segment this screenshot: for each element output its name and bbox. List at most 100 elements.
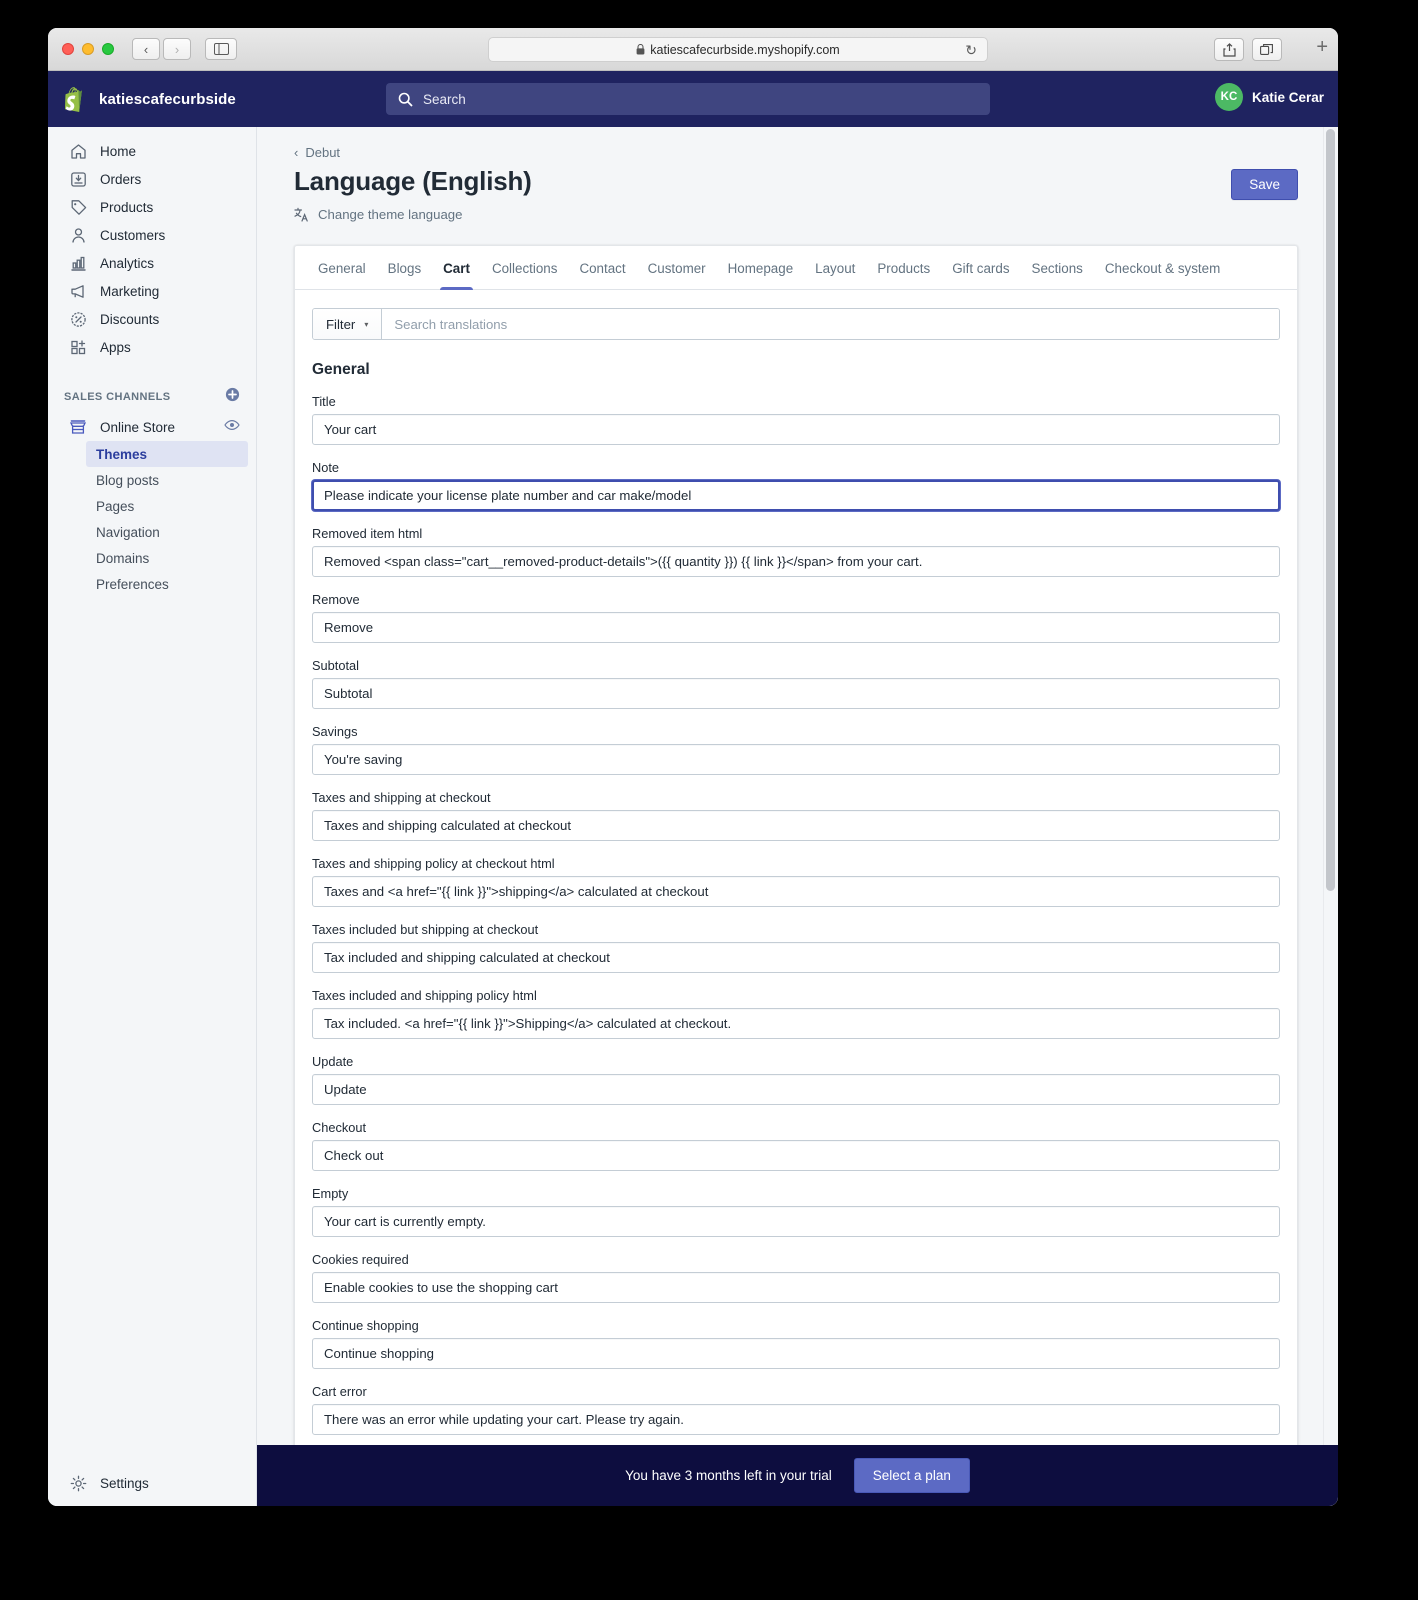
tab-checkout-and-system[interactable]: Checkout & system (1094, 246, 1231, 289)
tab-customer[interactable]: Customer (637, 246, 717, 289)
field-input-taxes-included-but-shipping-at-checkout[interactable] (312, 942, 1280, 973)
app-topbar: katiescafecurbside Search KC Katie Cerar (48, 71, 1338, 127)
field-taxes-and-shipping-at-checkout: Taxes and shipping at checkout (312, 790, 1280, 841)
sidebar-item-blog-posts[interactable]: Blog posts (86, 467, 248, 493)
forward-button[interactable]: › (163, 38, 191, 60)
sidebar-item-marketing[interactable]: Marketing (56, 277, 248, 305)
share-icon[interactable] (1214, 38, 1244, 61)
sidebar-item-discounts[interactable]: Discounts (56, 305, 248, 333)
page-scrollbar-thumb[interactable] (1326, 129, 1335, 891)
sidebar-item-orders[interactable]: Orders (56, 165, 248, 193)
lock-icon (636, 44, 645, 55)
field-note: Note (312, 460, 1280, 511)
tab-gift-cards[interactable]: Gift cards (941, 246, 1020, 289)
maximize-window-button[interactable] (102, 43, 114, 55)
store-name: katiescafecurbside (99, 90, 236, 108)
customers-icon (68, 225, 88, 245)
shopify-logo-icon (63, 85, 89, 113)
field-input-checkout[interactable] (312, 1140, 1280, 1171)
field-cart-error: Cart error (312, 1384, 1280, 1435)
save-button[interactable]: Save (1231, 169, 1298, 200)
close-window-button[interactable] (62, 43, 74, 55)
field-input-empty[interactable] (312, 1206, 1280, 1237)
page-scrollbar-track[interactable] (1323, 127, 1338, 1506)
field-label: Title (312, 394, 336, 409)
new-tab-overview-icon[interactable] (1252, 38, 1282, 61)
sidebar-item-themes[interactable]: Themes (86, 441, 248, 467)
tab-homepage[interactable]: Homepage (717, 246, 805, 289)
tab-sections[interactable]: Sections (1021, 246, 1094, 289)
field-remove: Remove (312, 592, 1280, 643)
user-menu[interactable]: KC Katie Cerar (1214, 83, 1324, 111)
tab-products[interactable]: Products (866, 246, 941, 289)
field-input-cookies-required[interactable] (312, 1272, 1280, 1303)
sidebar-item-navigation[interactable]: Navigation (86, 519, 248, 545)
primary-nav: Home Orders Products Customers Analytics… (48, 127, 256, 361)
field-input-continue-shopping[interactable] (312, 1338, 1280, 1369)
app-body: Home Orders Products Customers Analytics… (48, 127, 1338, 1506)
field-label: Cookies required (312, 1252, 409, 1267)
filter-dropdown-button[interactable]: Filter ▾ (313, 309, 383, 339)
sidebar-item-settings[interactable]: Settings (48, 1473, 256, 1493)
sidebar-item-label: Online Store (100, 419, 176, 435)
tab-collections[interactable]: Collections (481, 246, 569, 289)
field-input-subtotal[interactable] (312, 678, 1280, 709)
reload-icon[interactable]: ↻ (965, 42, 977, 59)
analytics-icon (68, 253, 88, 273)
show-sidebar-icon[interactable] (205, 38, 237, 60)
sidebar-item-products[interactable]: Products (56, 193, 248, 221)
field-input-cart-error[interactable] (312, 1404, 1280, 1435)
field-input-title[interactable] (312, 414, 1280, 445)
select-a-plan-button[interactable]: Select a plan (853, 1458, 970, 1493)
search-translations-input[interactable] (382, 309, 1279, 339)
change-theme-language-link[interactable]: Change theme language (294, 207, 1298, 222)
new-tab-button[interactable]: + (1316, 36, 1328, 59)
field-label: Taxes and shipping policy at checkout ht… (312, 856, 555, 871)
field-input-note[interactable] (312, 480, 1280, 511)
field-input-remove[interactable] (312, 612, 1280, 643)
sidebar-item-preferences[interactable]: Preferences (86, 571, 248, 597)
filter-bar: Filter ▾ (312, 308, 1280, 340)
trial-message: You have 3 months left in your trial (625, 1468, 832, 1483)
tab-cart[interactable]: Cart (432, 246, 481, 290)
chevron-down-icon: ▾ (364, 319, 369, 329)
field-input-taxes-and-shipping-at-checkout[interactable] (312, 810, 1280, 841)
translations-card: General Blogs Cart Collections Contact C… (294, 245, 1298, 1471)
field-cookies-required: Cookies required (312, 1252, 1280, 1303)
field-continue-shopping: Continue shopping (312, 1318, 1280, 1369)
tab-layout[interactable]: Layout (804, 246, 866, 289)
sidebar-item-online-store[interactable]: Online Store (56, 413, 248, 441)
field-label: Taxes included but shipping at checkout (312, 922, 539, 937)
sidebar-item-domains[interactable]: Domains (86, 545, 248, 571)
sidebar-item-apps[interactable]: Apps (56, 333, 248, 361)
back-button[interactable]: ‹ (132, 38, 160, 60)
global-search-input[interactable]: Search (386, 83, 990, 115)
tab-blogs[interactable]: Blogs (377, 246, 433, 289)
tab-general[interactable]: General (307, 246, 377, 289)
field-input-update[interactable] (312, 1074, 1280, 1105)
products-icon (68, 197, 88, 217)
preview-store-eye-icon[interactable] (224, 418, 240, 436)
sidebar-item-label: Marketing (100, 283, 160, 299)
field-input-taxes-included-and-shipping-policy-html[interactable] (312, 1008, 1280, 1039)
tab-contact[interactable]: Contact (568, 246, 636, 289)
field-checkout: Checkout (312, 1120, 1280, 1171)
field-label: Remove (312, 592, 360, 607)
sidebar-item-home[interactable]: Home (56, 137, 248, 165)
translate-icon (294, 207, 309, 222)
address-bar[interactable]: katiescafecurbside.myshopify.com ↻ (488, 37, 988, 62)
orders-icon (68, 169, 88, 189)
sidebar-item-pages[interactable]: Pages (86, 493, 248, 519)
field-input-taxes-and-shipping-policy-at-checkout-html[interactable] (312, 876, 1280, 907)
sidebar-item-analytics[interactable]: Analytics (56, 249, 248, 277)
field-input-removed-item-html[interactable] (312, 546, 1280, 577)
sidebar-item-customers[interactable]: Customers (56, 221, 248, 249)
field-input-savings[interactable] (312, 744, 1280, 775)
window-controls (62, 43, 114, 55)
gear-icon (68, 1473, 88, 1493)
home-icon (68, 141, 88, 161)
field-taxes-included-but-shipping-at-checkout: Taxes included but shipping at checkout (312, 922, 1280, 973)
add-sales-channel-icon[interactable] (225, 387, 240, 407)
breadcrumb[interactable]: ‹ Debut (294, 145, 1298, 160)
minimize-window-button[interactable] (82, 43, 94, 55)
